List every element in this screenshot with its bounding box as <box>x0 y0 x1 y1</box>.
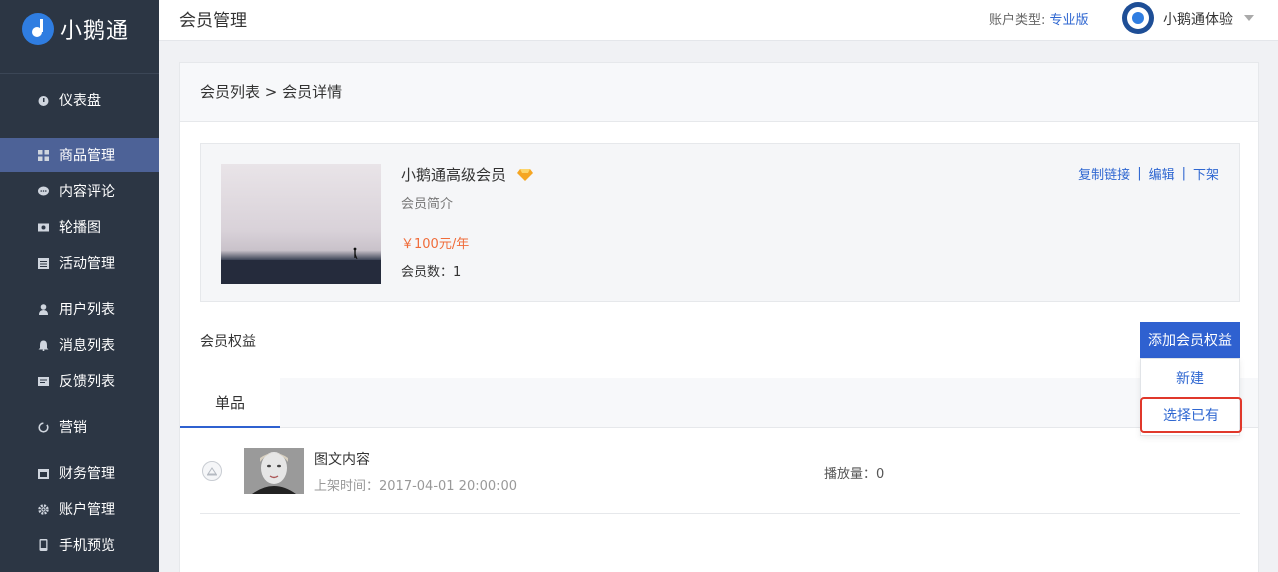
calendar-icon <box>38 257 49 269</box>
dashboard-icon <box>38 95 49 106</box>
sidebar-item-users[interactable]: 用户列表 <box>0 292 159 326</box>
sidebar-item-products[interactable]: 商品管理 <box>0 138 159 172</box>
dropdown-select-existing[interactable]: 选择已有 <box>1140 397 1242 433</box>
list-item[interactable]: 图文内容 上架时间：2017-04-01 20:00:00 播放量：0 <box>200 448 1240 514</box>
article-type-icon <box>202 461 222 481</box>
sidebar-item-label: 内容评论 <box>59 184 115 200</box>
user-icon <box>38 303 49 315</box>
sidebar-item-label: 商品管理 <box>59 148 115 164</box>
sidebar-item-label: 轮播图 <box>59 220 101 236</box>
benefits-label: 会员权益 <box>200 334 256 350</box>
refresh-icon <box>38 421 49 433</box>
item-play-count: 播放量：0 <box>824 467 885 482</box>
member-actions: 复制链接 | 编辑 | 下架 <box>1078 164 1219 183</box>
account-type: 账户类型: 专业版 <box>989 9 1089 28</box>
sidebar-item-messages[interactable]: 消息列表 <box>0 328 159 362</box>
sidebar-item-label: 仪表盘 <box>59 93 101 109</box>
sidebar-item-dashboard[interactable]: 仪表盘 <box>0 83 159 117</box>
sidebar-item-feedback[interactable]: 反馈列表 <box>0 364 159 398</box>
sidebar-item-finance[interactable]: 财务管理 <box>0 456 159 490</box>
sidebar-item-label: 活动管理 <box>59 256 115 272</box>
action-separator: | <box>1181 166 1186 181</box>
sidebar-item-label: 账户管理 <box>59 502 115 518</box>
diamond-icon <box>516 169 533 181</box>
dropdown-new[interactable]: 新建 <box>1141 362 1239 394</box>
breadcrumb-bar: 会员列表 > 会员详情 <box>180 63 1258 122</box>
bell-icon <box>38 340 49 351</box>
logo-icon <box>22 13 54 45</box>
copy-link-button[interactable]: 复制链接 <box>1078 164 1130 183</box>
member-cover-image <box>221 164 381 284</box>
page-title: 会员管理 <box>179 11 247 31</box>
sidebar-item-account[interactable]: 账户管理 <box>0 492 159 526</box>
member-info-box: 小鹅通高级会员 会员简介 ￥100元/年 会员数：1 复制链接 | 编辑 | 下… <box>200 143 1240 302</box>
top-header: 会员管理 账户类型: 专业版 小鹅通体验 <box>159 0 1278 41</box>
add-benefit-dropdown: 新建 选择已有 <box>1140 358 1242 436</box>
sidebar-item-label: 财务管理 <box>59 466 115 482</box>
member-count: 会员数：1 <box>401 265 462 280</box>
add-benefit-button[interactable]: 添加会员权益 <box>1140 322 1240 358</box>
chevron-down-icon[interactable] <box>1244 15 1254 21</box>
sidebar-item-label: 反馈列表 <box>59 374 115 390</box>
logo-text: 小鹅通 <box>60 19 130 44</box>
avatar[interactable] <box>1122 2 1154 34</box>
edit-button[interactable]: 编辑 <box>1149 164 1175 183</box>
sidebar-item-label: 营销 <box>59 420 87 436</box>
sidebar-item-label: 手机预览 <box>59 538 115 554</box>
user-name[interactable]: 小鹅通体验 <box>1163 9 1233 29</box>
sidebar-item-activities[interactable]: 活动管理 <box>0 246 159 280</box>
phone-icon <box>38 539 49 551</box>
account-type-label: 账户类型: <box>989 13 1046 28</box>
sidebar-item-label: 用户列表 <box>59 302 115 318</box>
breadcrumb[interactable]: 会员列表 > 会员详情 <box>200 81 342 102</box>
sidebar-item-marketing[interactable]: 营销 <box>0 410 159 444</box>
sidebar-item-label: 消息列表 <box>59 338 115 354</box>
sidebar-item-carousel[interactable]: 轮播图 <box>0 210 159 244</box>
member-price: ￥100元/年 <box>401 237 470 252</box>
gear-icon <box>38 503 49 515</box>
wallet-icon <box>38 468 49 479</box>
sidebar-divider <box>0 73 159 74</box>
main-card: 会员列表 > 会员详情 小鹅通高级会员 会员简介 ￥100元/年 会员数：1 复… <box>179 62 1259 572</box>
comment-icon <box>38 186 49 197</box>
take-down-button[interactable]: 下架 <box>1193 164 1219 183</box>
sidebar-item-preview[interactable]: 手机预览 <box>0 528 159 562</box>
account-type-value[interactable]: 专业版 <box>1050 13 1089 28</box>
tabs-bar: 单品 <box>180 378 1258 428</box>
item-title[interactable]: 图文内容 <box>314 449 370 469</box>
item-thumbnail <box>244 448 304 494</box>
logo[interactable]: 小鹅通 <box>22 12 129 46</box>
item-publish-time: 上架时间：2017-04-01 20:00:00 <box>314 479 518 494</box>
sidebar: 小鹅通 仪表盘 商品管理 内容评论 轮播图 活动管理 用户列表 消息列表 反馈列… <box>0 0 159 572</box>
sidebar-item-comments[interactable]: 内容评论 <box>0 174 159 208</box>
action-separator: | <box>1137 166 1142 181</box>
member-name: 小鹅通高级会员 <box>401 166 507 184</box>
member-name-row: 小鹅通高级会员 <box>401 164 533 185</box>
grid-icon <box>38 149 49 161</box>
message-icon <box>38 376 49 387</box>
member-description: 会员简介 <box>401 197 454 212</box>
tab-single-item[interactable]: 单品 <box>180 378 280 428</box>
image-icon <box>38 222 49 233</box>
